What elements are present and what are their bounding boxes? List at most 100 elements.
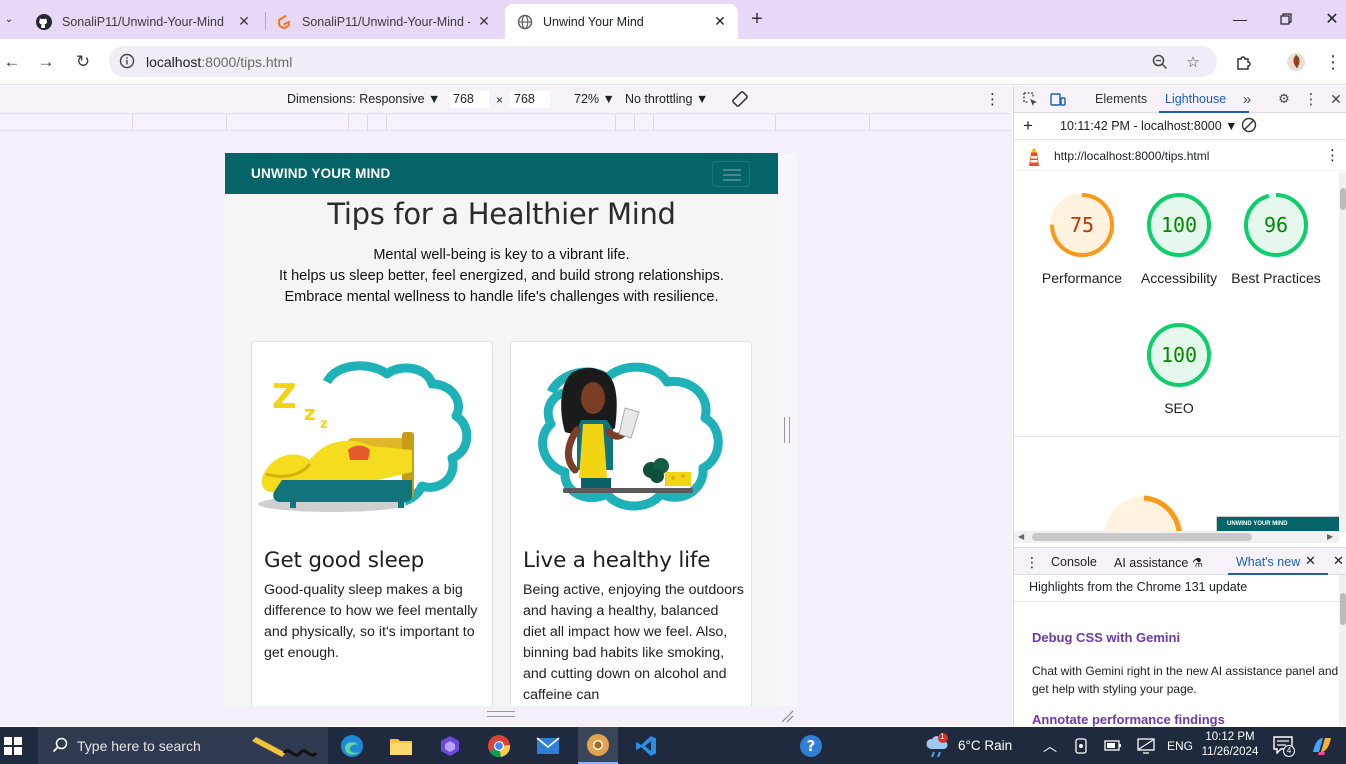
- media-query-marker[interactable]: [615, 114, 616, 131]
- drawer-tab-console[interactable]: Console: [1051, 555, 1097, 569]
- report-url[interactable]: http://localhost:8000/tips.html: [1054, 149, 1209, 163]
- notifications-icon[interactable]: 4: [1273, 736, 1295, 757]
- score-gauge-accessibility[interactable]: 100 Accessibility: [1130, 191, 1228, 288]
- close-tab-icon[interactable]: ✕: [476, 13, 492, 30]
- address-bar[interactable]: localhost:8000/tips.html ☆: [109, 46, 1217, 77]
- window-close-icon[interactable]: ✕: [1312, 6, 1346, 32]
- new-report-plus-icon[interactable]: +: [1023, 116, 1033, 136]
- copilot-icon[interactable]: [1310, 734, 1334, 759]
- help-icon[interactable]: ?: [797, 732, 825, 760]
- lighthouse-vertical-scrollbar[interactable]: [1339, 172, 1346, 532]
- card-title: Get good sleep: [264, 548, 425, 573]
- network-tray-icon[interactable]: [1137, 738, 1155, 757]
- clear-reports-icon[interactable]: [1241, 117, 1257, 136]
- media-query-marker[interactable]: [386, 114, 387, 131]
- hamburger-menu-icon[interactable]: [712, 161, 750, 187]
- score-gauge-seo[interactable]: 100 SEO: [1130, 321, 1228, 418]
- show-hidden-icons-chevron-icon[interactable]: ︿: [1043, 736, 1057, 756]
- scroll-left-icon[interactable]: ◀: [1018, 532, 1024, 541]
- bookmark-star-icon[interactable]: ☆: [1183, 52, 1203, 72]
- drawer-scrollbar[interactable]: [1339, 575, 1346, 726]
- resize-height-handle[interactable]: [487, 711, 515, 717]
- extensions-puzzle-icon[interactable]: [1233, 51, 1255, 73]
- scrollbar-thumb[interactable]: [1340, 188, 1346, 210]
- restore-icon[interactable]: [1266, 6, 1306, 32]
- inspect-element-icon[interactable]: [1021, 90, 1039, 108]
- taskbar-search-box[interactable]: Type here to search: [38, 727, 328, 764]
- throttling-dropdown[interactable]: No throttling ▼: [625, 92, 708, 106]
- report-selector[interactable]: 10:11:42 PM - localhost:8000 ▼: [1060, 119, 1238, 133]
- weather-text[interactable]: 6°C Rain: [958, 738, 1012, 753]
- media-query-marker[interactable]: [869, 114, 870, 131]
- scrollbar-thumb[interactable]: [1340, 593, 1346, 625]
- vscode-icon[interactable]: [632, 732, 660, 760]
- site-brand[interactable]: UNWIND YOUR MIND: [251, 166, 390, 181]
- file-explorer-icon[interactable]: [387, 732, 415, 760]
- viewport-width-input[interactable]: 768: [448, 90, 490, 109]
- url-text[interactable]: localhost:8000/tips.html: [146, 54, 292, 70]
- scroll-right-icon[interactable]: ▶: [1327, 532, 1333, 541]
- camera-tray-icon[interactable]: [1074, 738, 1088, 757]
- tab-search-chevron-icon[interactable]: ⌄: [0, 8, 18, 30]
- scrollbar-thumb[interactable]: [1032, 533, 1252, 541]
- media-query-bar[interactable]: [0, 113, 1012, 131]
- weather-rain-icon[interactable]: 1: [925, 732, 951, 762]
- profile-avatar-icon[interactable]: [1285, 51, 1307, 73]
- media-query-marker[interactable]: [653, 114, 654, 131]
- language-indicator[interactable]: ENG: [1167, 739, 1193, 753]
- whats-new-link-annotate[interactable]: Annotate performance findings: [1032, 712, 1225, 727]
- drawer-menu-dots-icon[interactable]: ⋮: [1025, 554, 1039, 571]
- resize-width-handle[interactable]: [784, 417, 790, 443]
- close-devtools-icon[interactable]: ✕: [1327, 90, 1345, 108]
- tab-elements[interactable]: Elements: [1095, 92, 1147, 106]
- battery-tray-icon[interactable]: [1104, 738, 1122, 755]
- windows-start-icon[interactable]: [4, 737, 22, 755]
- settings-gear-icon[interactable]: ⚙: [1275, 90, 1293, 108]
- forward-arrow-icon[interactable]: →: [34, 50, 58, 74]
- zoom-magnifier-icon[interactable]: [1150, 52, 1170, 72]
- media-query-marker[interactable]: [132, 114, 133, 131]
- devtools-menu-dots-icon[interactable]: ⋮: [1302, 90, 1320, 108]
- report-menu-dots-icon[interactable]: ⋮: [1325, 146, 1340, 164]
- close-whats-new-icon[interactable]: ✕: [1305, 553, 1316, 569]
- thumbnail-brand: UNWIND YOUR MIND: [1227, 521, 1288, 527]
- tab-gitpod-repo[interactable]: SonaliP11/Unwind-Your-Mind - ✕: [264, 4, 502, 39]
- chrome-icon[interactable]: [485, 732, 513, 760]
- media-query-marker[interactable]: [367, 114, 368, 131]
- score-gauge-performance[interactable]: 75 Performance: [1033, 191, 1131, 288]
- rotate-icon[interactable]: [731, 90, 749, 108]
- close-drawer-icon[interactable]: ✕: [1333, 553, 1344, 569]
- media-query-marker[interactable]: [226, 114, 227, 131]
- close-tab-icon[interactable]: ✕: [712, 13, 728, 30]
- edge-browser-icon[interactable]: [338, 732, 366, 760]
- media-query-marker[interactable]: [348, 114, 349, 131]
- whats-new-link-debug-css[interactable]: Debug CSS with Gemini: [1032, 630, 1180, 645]
- tab-unwind-your-mind[interactable]: Unwind Your Mind ✕: [505, 4, 738, 39]
- resize-corner-grip-icon[interactable]: [780, 709, 794, 723]
- media-query-marker[interactable]: [775, 114, 776, 131]
- more-tabs-chevron-icon[interactable]: »: [1238, 90, 1256, 108]
- zoom-dropdown[interactable]: 72% ▼: [574, 92, 615, 106]
- drawer-tab-ai-assistance[interactable]: AI assistance ⚗: [1114, 555, 1203, 570]
- drawer-tab-whats-new[interactable]: What's new: [1236, 555, 1300, 569]
- taskbar-clock[interactable]: 10:12 PM 11/26/2024: [1201, 730, 1259, 760]
- app-icon[interactable]: [436, 732, 464, 760]
- reload-icon[interactable]: ↻: [71, 50, 95, 74]
- browser-menu-dots-icon[interactable]: ⋮: [1322, 51, 1344, 73]
- mail-icon[interactable]: [534, 732, 562, 760]
- close-tab-icon[interactable]: ✕: [236, 13, 252, 30]
- dimensions-dropdown[interactable]: Dimensions: Responsive ▼: [287, 92, 440, 106]
- lighthouse-horizontal-scrollbar[interactable]: ◀ ▶: [1014, 531, 1339, 543]
- device-more-options-icon[interactable]: ⋮: [985, 90, 1000, 108]
- site-info-icon[interactable]: [119, 53, 135, 69]
- score-gauge-best-practices[interactable]: 96 Best Practices: [1227, 191, 1325, 288]
- tab-github-repo[interactable]: SonaliP11/Unwind-Your-Mind ✕: [24, 4, 262, 39]
- minimize-icon[interactable]: —: [1220, 6, 1260, 32]
- device-toggle-icon[interactable]: [1049, 90, 1067, 108]
- back-arrow-icon[interactable]: ←: [0, 50, 24, 74]
- tab-lighthouse[interactable]: Lighthouse: [1165, 92, 1226, 106]
- media-query-marker[interactable]: [634, 114, 635, 131]
- viewport-height-input[interactable]: 768: [509, 90, 551, 109]
- chrome-canary-icon[interactable]: [578, 727, 618, 764]
- new-tab-plus-icon[interactable]: +: [746, 8, 768, 30]
